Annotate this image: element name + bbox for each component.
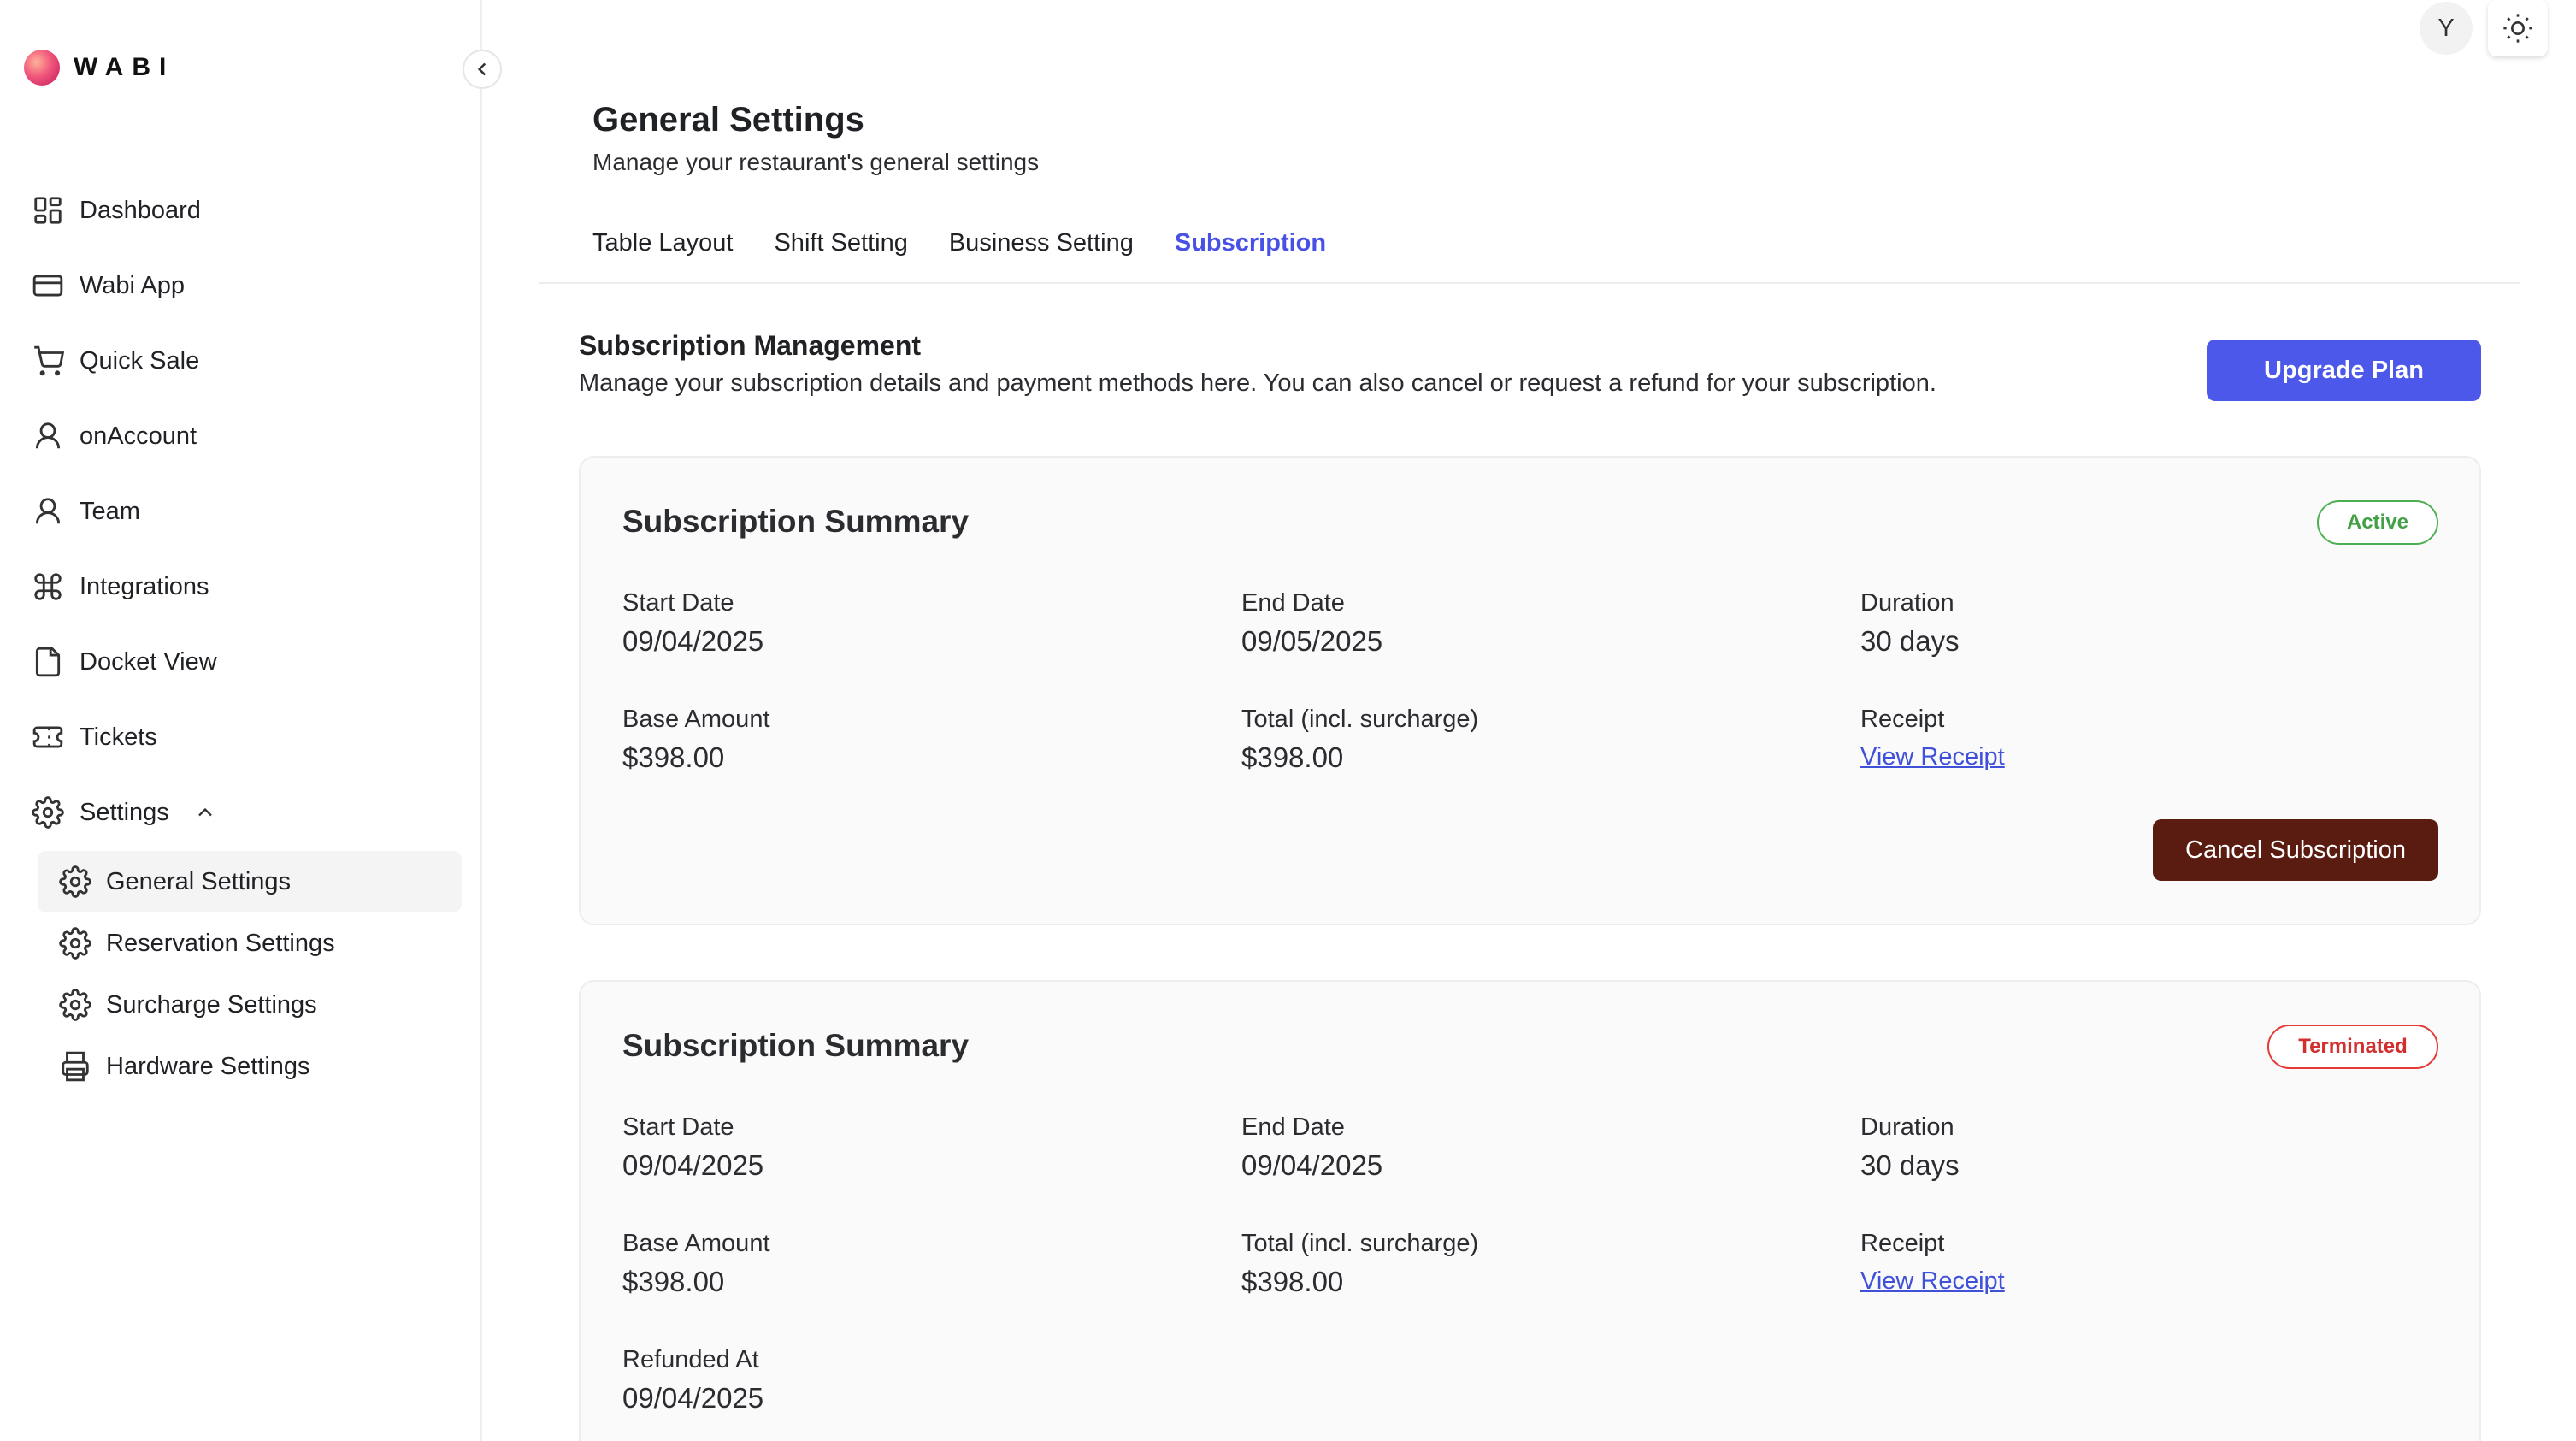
tab-table-layout[interactable]: Table Layout [592,229,733,257]
sidebar-item-label: Quick Sale [80,346,200,375]
tab-business-setting[interactable]: Business Setting [949,229,1134,257]
sidebar-subitem-surcharge-settings[interactable]: Surcharge Settings [38,974,462,1036]
tab-subscription[interactable]: Subscription [1175,229,1326,257]
collapse-sidebar-button[interactable] [463,50,502,89]
logo-mark [24,50,60,86]
sidebar-subitem-label: Hardware Settings [106,1052,310,1080]
printer-icon [58,1049,92,1084]
card-title: Subscription Summary [622,1028,970,1063]
brand-logo[interactable]: WABI [24,50,174,86]
sun-icon [2503,14,2532,43]
sidebar-subitem-hardware-settings[interactable]: Hardware Settings [38,1036,462,1097]
duration-value: 30 days [1860,1149,1960,1181]
sidebar-item-team[interactable]: Team [31,486,140,537]
sidebar-subitem-general-settings[interactable]: General Settings [38,851,462,912]
receipt-label: Receipt [1860,706,1945,733]
tabs-divider [539,282,2520,284]
end-date-value: 09/04/2025 [1241,1149,1383,1181]
refunded-at-label: Refunded At [622,1346,759,1373]
sidebar-item-label: Settings [80,798,169,826]
command-icon [31,570,65,604]
sidebar-item-settings[interactable]: Settings [31,787,217,838]
sidebar-item-docket-view[interactable]: Docket View [31,636,217,688]
end-date-value: 09/05/2025 [1241,625,1383,657]
gear-icon [31,795,65,830]
dashboard-icon [31,193,65,227]
sidebar-subitem-label: Surcharge Settings [106,990,317,1019]
subscription-summary-card: Subscription Summary Terminated Start Da… [579,980,2481,1441]
gear-icon [58,988,92,1022]
theme-toggle-button[interactable] [2488,0,2548,56]
base-amount-label: Base Amount [622,706,770,733]
total-value: $398.00 [1241,1266,1344,1297]
duration-label: Duration [1860,589,1954,617]
end-date-label: End Date [1241,589,1345,617]
sidebar-item-quick-sale[interactable]: Quick Sale [31,335,199,387]
user-icon [31,419,65,453]
sidebar-item-label: Dashboard [80,196,201,224]
sidebar-item-dashboard[interactable]: Dashboard [31,185,201,236]
gear-icon [58,926,92,960]
view-receipt-link[interactable]: View Receipt [1860,743,2005,771]
file-icon [31,645,65,679]
ticket-icon [31,720,65,754]
total-label: Total (incl. surcharge) [1241,1230,1479,1257]
cart-icon [31,344,65,378]
duration-label: Duration [1860,1113,1954,1141]
card-title: Subscription Summary [622,504,970,539]
view-receipt-link[interactable]: View Receipt [1860,1267,2005,1296]
tab-shift-setting[interactable]: Shift Setting [774,229,907,257]
sidebar-subitem-reservation-settings[interactable]: Reservation Settings [38,912,462,974]
start-date-value: 09/04/2025 [622,1149,764,1181]
refunded-at-value: 09/04/2025 [622,1382,764,1414]
sidebar-subitem-label: Reservation Settings [106,929,335,957]
chevron-left-icon [477,62,486,76]
start-date-value: 09/04/2025 [622,625,764,657]
receipt-label: Receipt [1860,1230,1945,1257]
sidebar-item-tickets[interactable]: Tickets [31,712,157,763]
brand-name: WABI [74,53,175,81]
sidebar: WABI Dashboard Wabi App Quick Sale onAcc… [0,0,482,1441]
sidebar-item-label: Tickets [80,723,157,751]
sidebar-item-label: Wabi App [80,271,186,299]
card-icon [31,269,65,303]
section-description: Manage your subscription details and pay… [579,369,1936,397]
sidebar-item-integrations[interactable]: Integrations [31,561,209,612]
sidebar-item-onaccount[interactable]: onAccount [31,410,197,462]
base-amount-label: Base Amount [622,1230,770,1257]
user-icon [31,494,65,529]
total-label: Total (incl. surcharge) [1241,706,1479,733]
cancel-subscription-button[interactable]: Cancel Subscription [2153,819,2438,881]
section-title: Subscription Management [579,330,922,361]
gear-icon [58,865,92,899]
base-amount-value: $398.00 [622,741,725,773]
sidebar-item-wabi-app[interactable]: Wabi App [31,260,185,311]
upgrade-plan-button[interactable]: Upgrade Plan [2207,340,2481,401]
sidebar-item-label: Team [80,497,140,525]
total-value: $398.00 [1241,741,1344,773]
chevron-up-icon [193,800,217,824]
status-badge: Active [2317,500,2438,545]
sidebar-item-label: onAccount [80,422,197,450]
page-subtitle: Manage your restaurant's general setting… [592,149,1040,175]
duration-value: 30 days [1860,625,1960,657]
page-title: General Settings [592,101,864,139]
sidebar-item-label: Integrations [80,572,209,600]
settings-tabs: Table Layout Shift Setting Business Sett… [592,229,1367,257]
base-amount-value: $398.00 [622,1266,725,1297]
sidebar-subitem-label: General Settings [106,867,292,895]
start-date-label: Start Date [622,1113,734,1141]
status-badge: Terminated [2267,1025,2438,1069]
sidebar-item-label: Docket View [80,647,217,676]
avatar[interactable]: Y [2420,2,2473,55]
subscription-summary-card: Subscription Summary Active Start Date 0… [579,456,2481,925]
start-date-label: Start Date [622,589,734,617]
end-date-label: End Date [1241,1113,1345,1141]
